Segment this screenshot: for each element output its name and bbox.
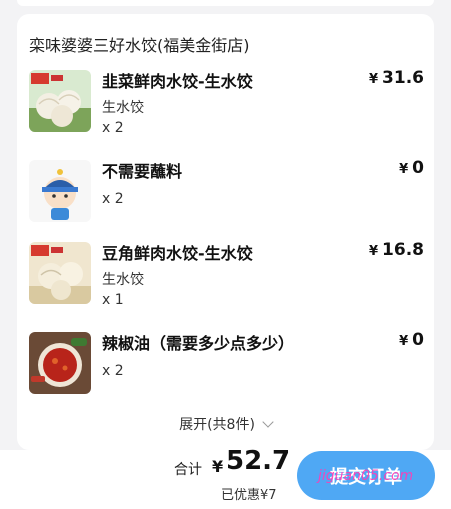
item-quantity: x 1 xyxy=(102,292,124,308)
order-item[interactable]: 韭菜鲜肉水饺-生水饺 生水饺 x 2 ¥31.6 xyxy=(29,68,424,140)
item-price: ¥0 xyxy=(399,158,424,178)
total-label: 合计 xyxy=(174,462,202,478)
currency-symbol: ¥ xyxy=(212,457,224,476)
order-card: 栾味婆婆三好水饺(福美金街店) 韭菜鲜肉水饺-生水饺 生水饺 x 2 ¥31.6 xyxy=(17,14,434,450)
item-price: ¥16.8 xyxy=(369,240,424,260)
item-price: ¥31.6 xyxy=(369,68,424,88)
item-spec: 生水饺 xyxy=(102,100,144,116)
item-name: 不需要蘸料 xyxy=(102,162,183,181)
dumpling-plate-icon xyxy=(29,242,91,304)
item-quantity: x 2 xyxy=(102,191,124,207)
item-quantity: x 2 xyxy=(102,120,124,136)
item-quantity: x 2 xyxy=(102,363,124,379)
order-item[interactable]: 不需要蘸料 x 2 ¥0 xyxy=(29,158,424,230)
order-item[interactable]: 豆角鲜肉水饺-生水饺 生水饺 x 1 ¥16.8 xyxy=(29,240,424,312)
currency-symbol: ¥ xyxy=(399,334,409,349)
checkout-bar: 合计 ¥ 52.7 已优惠¥7 提交订单 jiguan05.com xyxy=(0,446,451,509)
discount-text: 已优惠¥7 xyxy=(221,488,277,503)
currency-symbol: ¥ xyxy=(369,72,379,87)
item-price-value: 0 xyxy=(412,330,424,350)
item-price-value: 16.8 xyxy=(382,240,424,260)
expand-items-button[interactable]: 展开(共8件) xyxy=(17,414,434,434)
item-price: ¥0 xyxy=(399,330,424,350)
watermark: jiguan05.com xyxy=(318,468,414,484)
cartoon-kid-icon xyxy=(29,160,91,222)
item-name: 韭菜鲜肉水饺-生水饺 xyxy=(102,72,253,91)
chili-oil-icon xyxy=(29,332,91,394)
store-name[interactable]: 栾味婆婆三好水饺(福美金街店) xyxy=(29,32,250,56)
previous-card-edge xyxy=(17,0,434,6)
expand-label: 展开(共8件) xyxy=(179,417,255,433)
currency-symbol: ¥ xyxy=(399,162,409,177)
item-name: 辣椒油（需要多少点多少） xyxy=(102,334,295,353)
total-amount: 52.7 xyxy=(226,446,291,476)
item-price-value: 31.6 xyxy=(382,68,424,88)
currency-symbol: ¥ xyxy=(369,244,379,259)
dumpling-bowl-icon xyxy=(29,70,91,132)
item-name: 豆角鲜肉水饺-生水饺 xyxy=(102,244,253,263)
item-price-value: 0 xyxy=(412,158,424,178)
order-item[interactable]: 辣椒油（需要多少点多少） x 2 ¥0 xyxy=(29,330,424,402)
item-spec: 生水饺 xyxy=(102,272,144,288)
chevron-down-icon xyxy=(262,416,274,428)
